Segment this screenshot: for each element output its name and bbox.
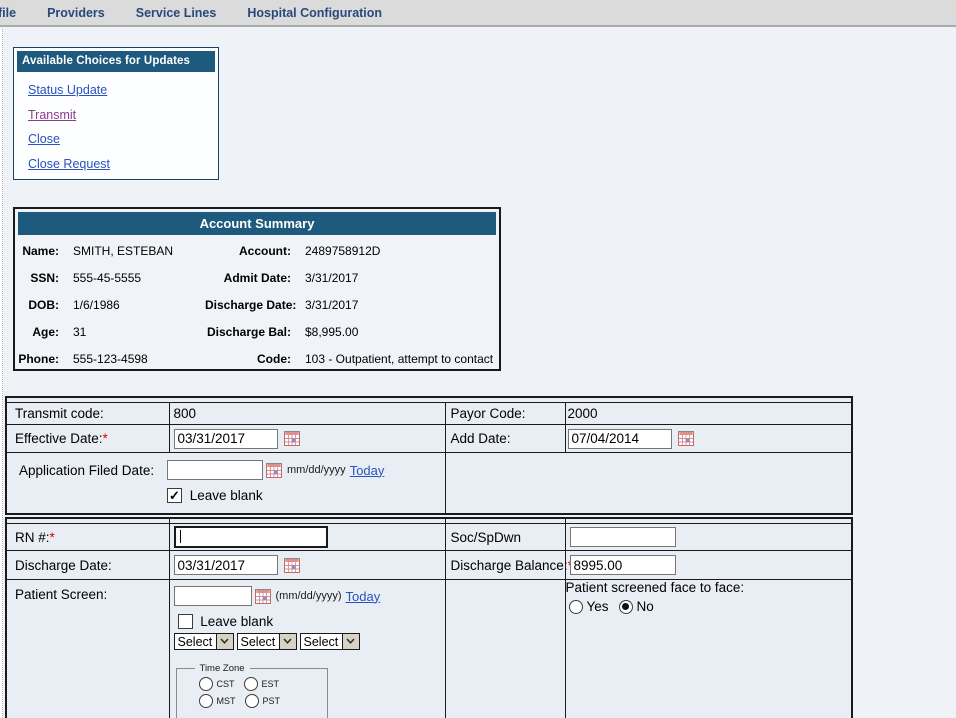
face-to-face-label: Patient screened face to face: [566, 580, 852, 595]
soc-spdwn-input[interactable] [570, 527, 676, 547]
available-choices-panel: Available Choices for Updates Status Upd… [13, 47, 219, 180]
account-label: Age: [15, 325, 73, 339]
account-label: Discharge Bal: [205, 325, 305, 339]
leave-blank-label: Leave blank [190, 488, 263, 503]
chevron-down-icon [216, 634, 233, 649]
leave-blank-label: Leave blank [200, 614, 273, 629]
discharge-balance-label: Discharge Balance:* [445, 551, 565, 580]
face-to-face-radio-yes[interactable] [569, 600, 583, 614]
timezone-fieldset: Time Zone CST EST [176, 663, 328, 718]
account-value: 3/31/2017 [305, 271, 499, 285]
available-choices-links: Status Update Transmit Close Close Reque… [14, 75, 218, 171]
transmit-code-value: 800 [169, 403, 445, 425]
today-link[interactable]: Today [350, 463, 385, 478]
account-label: SSN: [15, 271, 73, 285]
account-value: 2489758912D [305, 244, 499, 258]
chevron-down-icon [279, 634, 296, 649]
account-value: 103 - Outpatient, attempt to contact [305, 352, 499, 366]
nav-item-service-lines[interactable]: Service Lines [136, 6, 217, 20]
status-update-form-table: RN #:* Soc/SpDwn Discharge Date: Dischar… [5, 517, 853, 718]
application-filed-date-input[interactable] [167, 460, 263, 480]
page-left-edge-divider [0, 29, 3, 718]
timezone-radio-pst[interactable] [245, 694, 259, 708]
discharge-date-input[interactable] [174, 555, 278, 575]
calendar-icon[interactable] [284, 431, 300, 446]
top-nav-bar: file Providers Service Lines Hospital Co… [0, 0, 956, 27]
account-value: 3/31/2017 [305, 298, 499, 312]
link-status-update[interactable]: Status Update [28, 83, 218, 97]
text-cursor [180, 530, 181, 543]
timezone-legend: Time Zone [195, 663, 250, 674]
account-value: 31 [73, 325, 205, 339]
discharge-date-label: Discharge Date: [6, 551, 169, 580]
chevron-down-icon [342, 634, 359, 649]
required-marker: * [103, 431, 108, 446]
leave-blank-checkbox[interactable] [178, 614, 193, 629]
account-label: Discharge Date: [205, 298, 305, 312]
discharge-balance-input[interactable] [570, 555, 676, 575]
account-value: SMITH, ESTEBAN [73, 244, 205, 258]
account-label: Account: [205, 244, 305, 258]
payor-code-label: Payor Code: [445, 403, 565, 425]
nav-item-providers[interactable]: Providers [47, 6, 105, 20]
calendar-icon[interactable] [266, 463, 282, 478]
patient-screen-select-2[interactable]: Select [237, 633, 297, 650]
checkbox-check-icon: ✓ [169, 490, 180, 501]
account-label: Code: [205, 352, 305, 366]
required-marker: * [50, 530, 55, 545]
account-value: 555-123-4598 [73, 352, 205, 366]
account-summary-panel: Account Summary Name: SMITH, ESTEBAN Acc… [13, 207, 501, 371]
rn-number-input[interactable] [174, 526, 328, 548]
today-link[interactable]: Today [346, 589, 381, 604]
add-date-input[interactable] [568, 429, 672, 449]
patient-screen-field: (mm/dd/yyyy) Today Leave blank Select [170, 580, 445, 718]
face-to-face-field: Patient screened face to face: Yes No [565, 580, 852, 718]
link-transmit[interactable]: Transmit [28, 108, 218, 122]
patient-screen-select-1[interactable]: Select [174, 633, 234, 650]
application-filed-date-field: Application Filed Date: mm/dd/yyyy Today… [7, 453, 445, 503]
transmit-code-label: Transmit code: [6, 403, 169, 425]
hospital-app-page: file Providers Service Lines Hospital Co… [0, 0, 956, 718]
available-choices-title: Available Choices for Updates [17, 51, 215, 72]
leave-blank-checkbox[interactable]: ✓ [167, 488, 182, 503]
effective-date-label: Effective Date:* [6, 425, 169, 453]
calendar-icon[interactable] [678, 431, 694, 446]
nav-item-file[interactable]: file [0, 6, 16, 20]
account-value: 1/6/1986 [73, 298, 205, 312]
soc-spdwn-label: Soc/SpDwn [445, 524, 565, 551]
patient-screen-label: Patient Screen: [6, 580, 169, 718]
effective-date-input[interactable] [174, 429, 278, 449]
empty-cell [445, 580, 565, 718]
face-to-face-radio-no[interactable] [619, 600, 633, 614]
calendar-icon[interactable] [284, 558, 300, 573]
account-value: 555-45-5555 [73, 271, 205, 285]
nav-item-hospital-configuration[interactable]: Hospital Configuration [247, 6, 382, 20]
transmit-form-table: Transmit code: 800 Payor Code: 2000 Effe… [5, 396, 853, 515]
account-label: Phone: [15, 352, 73, 366]
account-label: Admit Date: [205, 271, 305, 285]
patient-screen-select-3[interactable]: Select [300, 633, 360, 650]
account-label: Name: [15, 244, 73, 258]
application-filed-date-label: Application Filed Date: [19, 460, 167, 478]
link-close-request[interactable]: Close Request [28, 157, 218, 171]
empty-cell [445, 453, 852, 515]
add-date-label: Add Date: [445, 425, 565, 453]
calendar-icon[interactable] [255, 589, 271, 604]
account-label: DOB: [15, 298, 73, 312]
timezone-radio-cst[interactable] [199, 677, 213, 691]
patient-screen-date-input[interactable] [174, 586, 252, 606]
rn-number-label: RN #:* [6, 524, 169, 551]
link-close[interactable]: Close [28, 132, 218, 146]
date-format-hint: (mm/dd/yyyy) [276, 590, 342, 602]
account-value: $8,995.00 [305, 325, 499, 339]
timezone-radio-mst[interactable] [199, 694, 213, 708]
date-format-hint: mm/dd/yyyy [287, 464, 346, 476]
account-summary-title: Account Summary [18, 212, 496, 235]
payor-code-value: 2000 [565, 403, 852, 425]
account-summary-grid: Name: SMITH, ESTEBAN Account: 2489758912… [15, 244, 499, 366]
timezone-radio-est[interactable] [244, 677, 258, 691]
